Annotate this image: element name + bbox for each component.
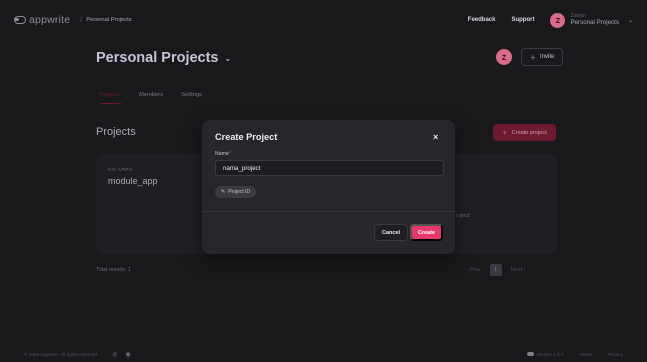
modal-divider: [202, 211, 455, 212]
cancel-button[interactable]: Cancel: [374, 224, 409, 241]
project-id-button[interactable]: ✎ Project ID: [215, 186, 257, 198]
privacy-link[interactable]: Privacy: [608, 352, 623, 357]
header-actions: Feedback Support Z Zaidan Personal Proje…: [468, 12, 633, 28]
chevron-down-icon: ⌄: [627, 17, 633, 24]
next-label: Next: [510, 267, 522, 273]
name-label-text: Name: [215, 151, 229, 157]
version-info: Version 1.3.7: [526, 351, 564, 357]
breadcrumb-personal-projects[interactable]: Personal Projects: [86, 17, 131, 23]
logo-text: appwrite: [29, 14, 71, 26]
prev-page-button[interactable]: ‹ Prev: [466, 267, 481, 273]
next-page-button[interactable]: Next ›: [511, 267, 526, 273]
terms-link[interactable]: Terms: [579, 352, 592, 357]
invite-button[interactable]: ＋ Invite: [521, 48, 564, 66]
org-title-text: Personal Projects: [96, 50, 219, 66]
create-project-label: Create project: [511, 129, 547, 136]
project-name-input[interactable]: [215, 160, 444, 176]
github-icon[interactable]: ◎: [112, 351, 117, 358]
pagination: ‹ Prev 1 Next ›: [466, 264, 525, 276]
tab-settings[interactable]: Settings: [181, 92, 202, 104]
invite-label: Invite: [540, 54, 555, 60]
account-menu[interactable]: Z Zaidan Personal Projects ⌄: [550, 12, 633, 28]
appwrite-logo[interactable]: appwrite: [14, 14, 70, 26]
tab-projects[interactable]: Projects: [100, 92, 121, 104]
create-project-modal: Create Project × Name* ✎ Project ID Canc…: [202, 120, 455, 254]
discord-icon[interactable]: ◉: [125, 351, 130, 358]
create-project-button[interactable]: ＋ Create project: [493, 124, 556, 141]
tab-members[interactable]: Members: [139, 92, 163, 104]
prev-label: Prev: [469, 267, 481, 273]
feedback-link[interactable]: Feedback: [468, 17, 496, 23]
chevron-down-icon: ⌄: [224, 53, 232, 63]
plus-icon: ＋: [502, 130, 508, 137]
version-text: Version 1.3.7: [536, 351, 564, 357]
top-bar: appwrite / Personal Projects Feedback Su…: [0, 0, 647, 40]
plus-icon: ＋: [530, 55, 537, 62]
page-number-button[interactable]: 1: [489, 264, 502, 276]
footer-right: Version 1.3.7 Terms Privacy: [526, 351, 623, 357]
org-title[interactable]: Personal Projects ⌄: [96, 50, 231, 66]
org-tabs: Projects Members Settings: [100, 92, 202, 104]
account-text: Zaidan Personal Projects: [570, 13, 619, 27]
cloud-icon: [526, 352, 534, 356]
create-button[interactable]: Create: [410, 224, 444, 241]
project-apps-label: NO APPS: [108, 168, 133, 173]
create-project-card-text: roject: [456, 213, 470, 219]
modal-title: Create Project: [215, 132, 278, 142]
close-icon[interactable]: ×: [433, 132, 438, 142]
required-marker: *: [228, 151, 231, 157]
pencil-icon: ✎: [221, 189, 226, 195]
social-links: ◎ ◉: [112, 351, 131, 358]
user-avatar: Z: [550, 12, 566, 28]
footer: © 2023 Appwrite. All rights reserved. ◎ …: [0, 347, 647, 361]
total-results: Total results: 1: [96, 267, 131, 273]
org-actions: Z ＋ Invite: [496, 48, 564, 66]
member-avatar[interactable]: Z: [496, 49, 512, 65]
project-id-label: Project ID: [228, 189, 251, 195]
support-link[interactable]: Support: [511, 17, 534, 23]
breadcrumb-separator: /: [80, 16, 83, 24]
projects-heading: Projects: [96, 126, 136, 138]
account-org: Personal Projects: [570, 19, 619, 27]
project-name: module_app: [108, 176, 158, 186]
name-field-label: Name*: [215, 151, 231, 157]
copyright-text: © 2023 Appwrite. All rights reserved.: [24, 351, 99, 357]
appwrite-logo-icon: [14, 16, 26, 24]
